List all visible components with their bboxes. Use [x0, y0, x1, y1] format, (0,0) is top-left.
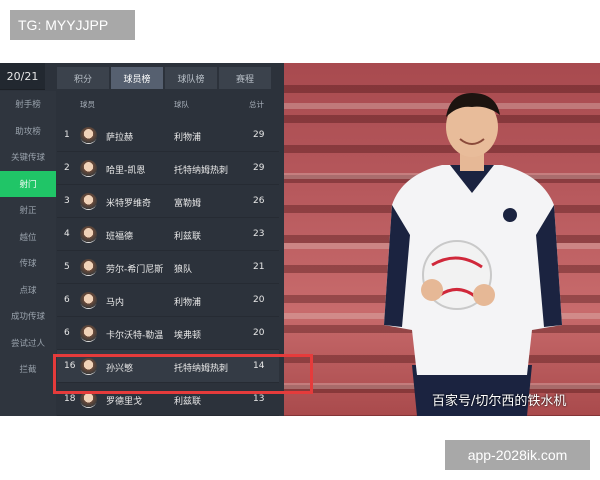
row-rank: 5	[64, 262, 70, 272]
avatar	[80, 193, 97, 210]
tab-team-rankings[interactable]: 球队榜	[165, 67, 217, 89]
row-rank: 4	[64, 229, 70, 239]
avatar	[80, 127, 97, 144]
row-player: 卡尔沃特-勒温	[106, 331, 164, 341]
table-row[interactable]: 4 班福德 利兹联 23	[57, 218, 279, 251]
row-player: 罗德里戈	[106, 397, 143, 407]
row-rank: 3	[64, 196, 70, 206]
table-row[interactable]: 3 米特罗维奇 富勒姆 26	[57, 185, 279, 218]
row-rank: 6	[64, 328, 70, 338]
highlight-frame	[53, 354, 313, 394]
row-rank: 6	[64, 295, 70, 305]
url-label: app-2028ik.com	[467, 447, 568, 463]
header-total: 总计	[249, 100, 264, 109]
row-team: 利物浦	[174, 298, 202, 308]
table-row[interactable]: 5 劳尔-希门尼斯 狼队 21	[57, 251, 279, 284]
sidebar-item-key-passes[interactable]: 关键传球	[0, 144, 56, 171]
sidebar-item-shots-on-target[interactable]: 射正	[0, 197, 56, 224]
row-total: 29	[253, 163, 265, 173]
row-total: 23	[253, 229, 265, 239]
row-player: 马内	[106, 298, 125, 308]
avatar	[80, 226, 97, 243]
player-photo	[284, 63, 600, 416]
sidebar: 射手榜 助攻榜 关键传球 射门 射正 越位 传球 点球 成功传球 尝试过人 拦截	[0, 91, 56, 416]
row-player: 哈里-凯恩	[106, 166, 146, 176]
row-total: 20	[253, 328, 265, 338]
row-total: 29	[253, 130, 265, 140]
tab-standings[interactable]: 积分	[57, 67, 109, 89]
row-player: 劳尔-希门尼斯	[106, 265, 164, 275]
sidebar-item-assists[interactable]: 助攻榜	[0, 118, 56, 145]
table-row[interactable]: 6 马内 利物浦 20	[57, 284, 279, 317]
row-team: 利兹联	[174, 397, 202, 407]
sidebar-item-scorers[interactable]: 射手榜	[0, 91, 56, 118]
row-total: 13	[253, 394, 265, 404]
sidebar-item-penalties[interactable]: 点球	[0, 277, 56, 304]
row-rank: 18	[64, 394, 76, 404]
row-rank: 1	[64, 130, 70, 140]
photo-watermark: 百家号/切尔西的铁水机	[432, 394, 567, 409]
table-row[interactable]: 2 哈里-凯恩 托特纳姆热刺 29	[57, 152, 279, 185]
season-selector[interactable]: 20/21	[0, 63, 45, 90]
table-header: 球员 球队 总计	[57, 97, 279, 111]
row-team: 埃弗顿	[174, 331, 202, 341]
avatar	[80, 160, 97, 177]
tab-player-rankings[interactable]: 球员榜	[111, 67, 163, 89]
row-player: 班福德	[106, 232, 134, 242]
table-row[interactable]: 1 萨拉赫 利物浦 29	[57, 119, 279, 152]
row-team: 利物浦	[174, 133, 202, 143]
row-total: 26	[253, 196, 265, 206]
avatar	[80, 292, 97, 309]
app-screenshot: 20/21 积分 球员榜 球队榜 赛程 射手榜 助攻榜 关键传球 射门 射正 越…	[0, 63, 600, 416]
row-team: 利兹联	[174, 232, 202, 242]
row-team: 托特纳姆热刺	[174, 166, 229, 176]
row-player: 萨拉赫	[106, 133, 134, 143]
row-player: 米特罗维奇	[106, 199, 152, 209]
sidebar-item-dribbles[interactable]: 尝试过人	[0, 330, 56, 357]
url-badge: app-2028ik.com	[445, 440, 590, 470]
sidebar-item-passes[interactable]: 传球	[0, 250, 56, 277]
avatar	[80, 259, 97, 276]
sidebar-item-offsides[interactable]: 越位	[0, 224, 56, 251]
row-rank: 2	[64, 163, 70, 173]
row-team: 富勒姆	[174, 199, 202, 209]
row-total: 21	[253, 262, 265, 272]
tg-label: TG: MYYJJPP	[18, 17, 109, 33]
sidebar-item-interceptions[interactable]: 拦截	[0, 356, 56, 383]
header-team: 球队	[174, 100, 189, 109]
row-team: 狼队	[174, 265, 193, 275]
sidebar-item-successful-passes[interactable]: 成功传球	[0, 303, 56, 330]
footballer-figure	[384, 93, 562, 416]
sidebar-item-shots[interactable]: 射门	[0, 170, 56, 197]
table-row[interactable]: 6 卡尔沃特-勒温 埃弗顿 20	[57, 317, 279, 350]
header-player: 球员	[80, 100, 95, 109]
avatar	[80, 325, 97, 342]
tab-schedule[interactable]: 赛程	[219, 67, 271, 89]
tab-bar: 积分 球员榜 球队榜 赛程	[57, 67, 273, 89]
tg-badge: TG: MYYJJPP	[10, 10, 135, 40]
row-total: 20	[253, 295, 265, 305]
